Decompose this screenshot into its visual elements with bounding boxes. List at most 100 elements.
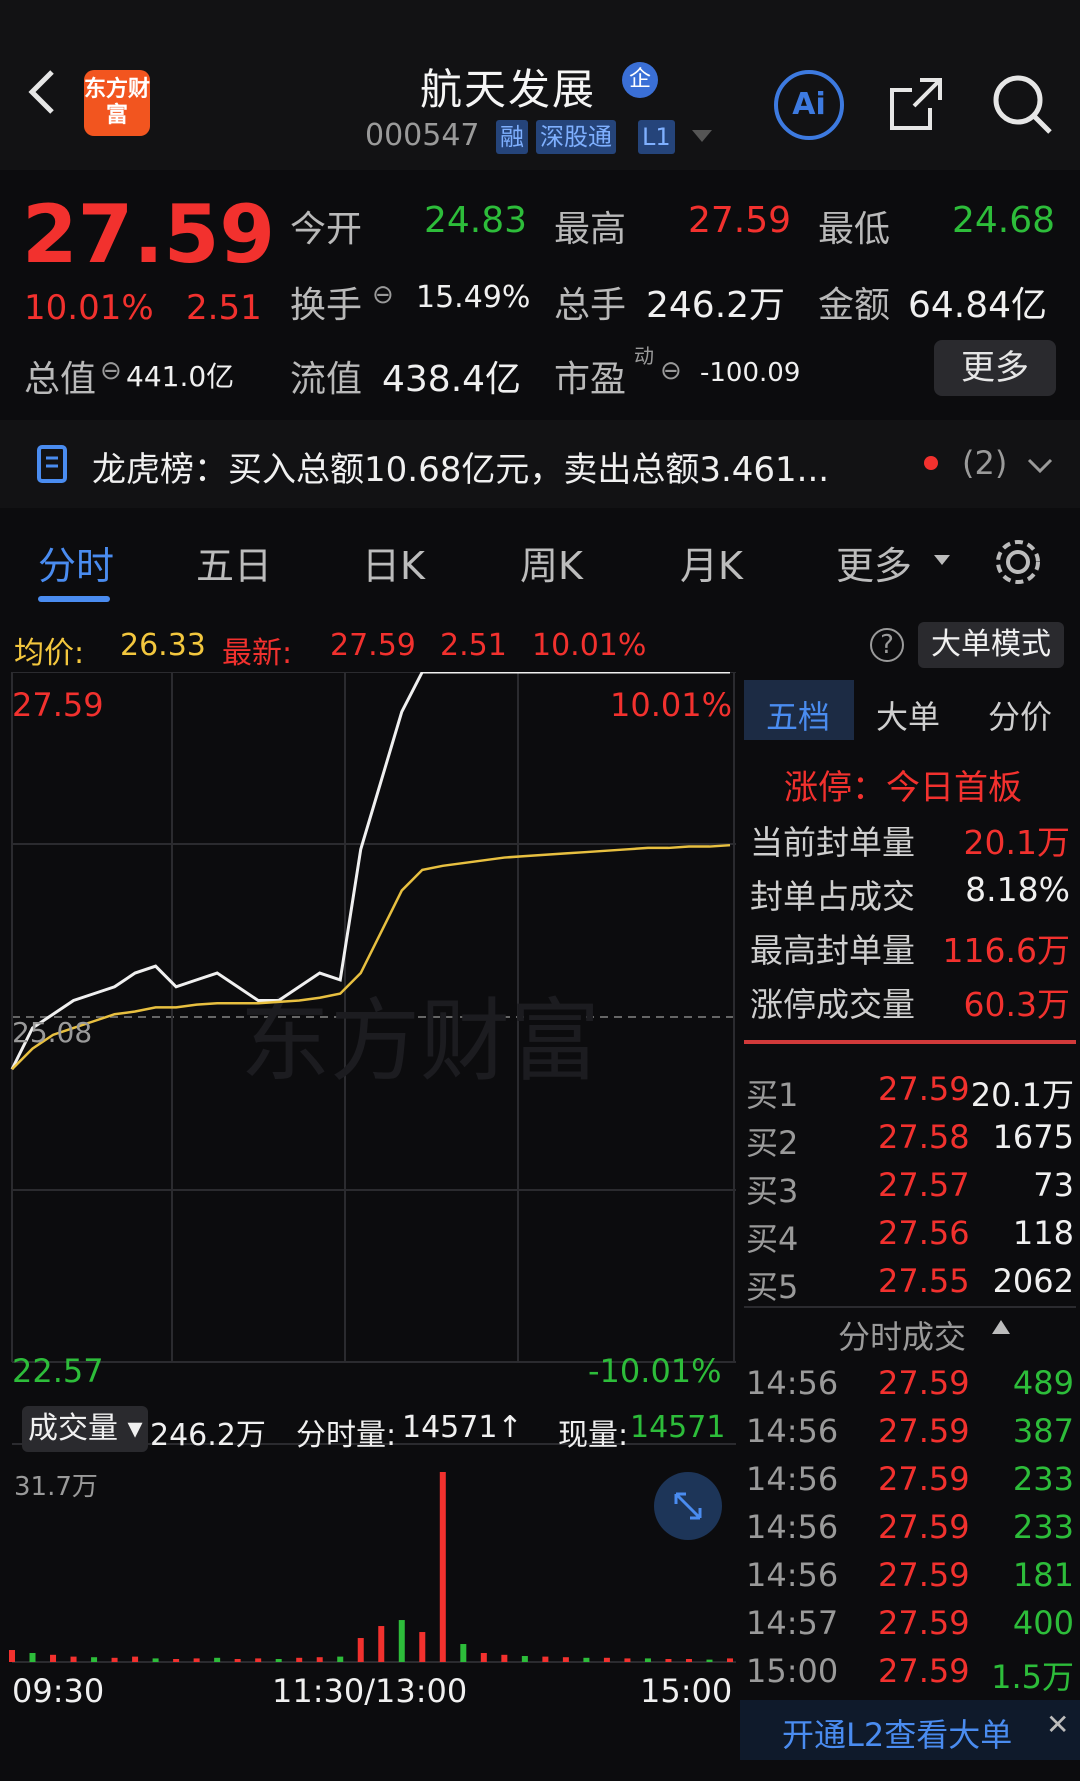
tab-active-indicator [38, 596, 110, 602]
volume-bar [316, 1657, 323, 1662]
turnover-label: 换手 [290, 285, 363, 326]
fenshi-label: 分时量: [296, 1418, 397, 1453]
volume-bar [234, 1659, 241, 1662]
bid-name-4: 买4 [746, 1220, 799, 1258]
tick-price-6: 27.59 [878, 1604, 970, 1642]
l2-banner[interactable]: 开通L2查看大单 ✕ [740, 1700, 1080, 1760]
search-icon[interactable] [990, 72, 1054, 136]
volume-bar [542, 1656, 549, 1662]
volume-bar [111, 1657, 118, 1662]
tick-price-3: 27.59 [878, 1460, 970, 1498]
open-value: 24.83 [424, 200, 528, 241]
volume-total: 246.2万 [150, 1418, 266, 1453]
intraday-chart[interactable]: 东方财富 27.59 25.08 22.57 10.01% -10.01% 成交… [0, 670, 736, 1712]
tick-qty-7: 1.5万 [991, 1658, 1074, 1696]
app-logo[interactable]: 东方财富 [84, 70, 150, 136]
volume-bar [50, 1654, 57, 1662]
high-value: 27.59 [688, 200, 792, 241]
settings-gear-icon[interactable] [990, 534, 1046, 590]
tab-five-day[interactable]: 五日 [196, 535, 272, 590]
big-order-mode-button[interactable]: 大单模式 [918, 622, 1064, 668]
stat-label-3: 最高封单量 [750, 931, 915, 970]
back-icon[interactable] [22, 62, 62, 122]
dragon-tiger-count: (2) [962, 444, 1008, 482]
avg-value: 26.33 [120, 628, 206, 663]
volume-bar [275, 1659, 282, 1662]
rtab-big-order[interactable]: 大单 [876, 692, 940, 738]
dropdown-icon[interactable] [690, 128, 714, 144]
bid-price-4: 27.56 [878, 1214, 970, 1252]
now-value: 14571 [630, 1410, 726, 1445]
volume-bar [255, 1658, 262, 1662]
bid-price-3: 27.57 [878, 1166, 970, 1204]
tick-qty-2: 387 [1012, 1412, 1074, 1450]
l2-banner-text: 开通L2查看大单 [782, 1716, 1013, 1754]
tab-intraday[interactable]: 分时 [38, 535, 114, 590]
pe-superscript: 动 [634, 344, 654, 368]
bid-name-2: 买2 [746, 1124, 799, 1162]
open-label: 今开 [290, 209, 363, 250]
volume-bar [337, 1656, 344, 1662]
tab-more[interactable]: 更多 [836, 535, 912, 590]
volume-bar [91, 1657, 98, 1662]
tick-time-6: 14:57 [746, 1604, 839, 1642]
limit-divider [744, 1040, 1076, 1044]
tick-qty-5: 181 [1012, 1556, 1074, 1594]
more-button[interactable]: 更多 [934, 340, 1056, 396]
ai-button[interactable]: Ai [774, 70, 844, 140]
chevron-down-icon[interactable] [1026, 456, 1054, 476]
volume-bar [562, 1657, 569, 1662]
top-bar: 东方财富 航天发展 企 000547 融 深股通 L1 Ai [0, 0, 1080, 170]
volume-bar [214, 1657, 221, 1662]
stat-value-3: 116.6万 [942, 931, 1070, 970]
tick-price-5: 27.59 [878, 1556, 970, 1594]
close-icon[interactable]: ✕ [1046, 1708, 1069, 1741]
volume-bar [644, 1658, 651, 1662]
change-amount: 2.51 [186, 288, 262, 328]
help-icon[interactable]: ? [870, 628, 904, 662]
ticks-title[interactable]: 分时成交 [838, 1312, 966, 1358]
tick-time-3: 14:56 [746, 1460, 839, 1498]
tick-time-5: 14:56 [746, 1556, 839, 1594]
volume-bar [706, 1659, 713, 1662]
stat-label-4: 涨停成交量 [750, 985, 915, 1024]
sort-up-icon[interactable] [990, 1318, 1012, 1336]
share-icon[interactable] [886, 74, 946, 134]
tick-price-2: 27.59 [878, 1412, 970, 1450]
turnover-info-icon[interactable]: ⊖ [372, 280, 394, 310]
connect-tag: 深股通 [536, 120, 616, 154]
volume-bars [9, 1472, 733, 1662]
y-mid-label: 25.08 [12, 1016, 93, 1049]
latest-pct: 10.01% [532, 628, 647, 663]
info-icon[interactable]: ⊖ [100, 356, 122, 386]
volume-selector[interactable]: 成交量 ▾ [22, 1406, 148, 1452]
volume-bar [132, 1656, 139, 1662]
turnover-value: 15.49% [416, 280, 531, 315]
more-dropdown-icon [932, 552, 952, 566]
dragon-tiger-text: 龙虎榜：买入总额10.68亿元，卖出总额3.461... [92, 450, 830, 490]
tick-qty-4: 233 [1012, 1508, 1074, 1546]
rtab-five-level[interactable]: 五档 [766, 692, 830, 738]
level-tag: L1 [638, 120, 675, 154]
high-label: 最高 [554, 209, 627, 250]
volume-label: 成交量 [28, 1411, 118, 1446]
ticks-divider [744, 1306, 1076, 1308]
current-price: 27.59 [22, 188, 276, 281]
rtab-price-split[interactable]: 分价 [988, 692, 1052, 738]
tick-price-1: 27.59 [878, 1364, 970, 1402]
tab-monthly-k[interactable]: 月K [680, 535, 743, 590]
dragon-tiger-bar[interactable]: 龙虎榜：买入总额10.68亿元，卖出总额3.461... (2) [0, 420, 1080, 508]
low-label: 最低 [818, 209, 891, 250]
tab-weekly-k[interactable]: 周K [520, 535, 583, 590]
expand-icon[interactable] [654, 1472, 722, 1540]
volume-bar [357, 1638, 364, 1662]
latest-change: 2.51 [440, 628, 507, 663]
latest-label: 最新: [222, 636, 293, 671]
chart-grid [11, 671, 736, 1663]
bid-price-1: 27.59 [878, 1070, 970, 1108]
pe-info-icon[interactable]: ⊖ [660, 356, 682, 386]
volume-bar [480, 1653, 487, 1662]
fenshi-value: 14571↑ [402, 1410, 523, 1445]
tab-daily-k[interactable]: 日K [362, 535, 425, 590]
tick-time-2: 14:56 [746, 1412, 839, 1450]
